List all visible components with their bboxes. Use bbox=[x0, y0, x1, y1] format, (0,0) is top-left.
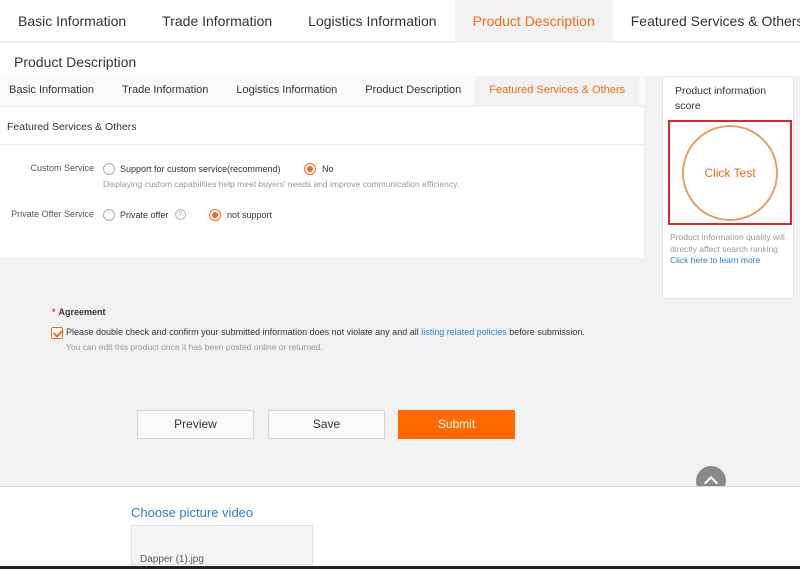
custom-service-no-text[interactable]: No bbox=[322, 164, 334, 174]
required-asterisk: * bbox=[52, 307, 56, 317]
score-highlight-box: Click Test bbox=[668, 120, 792, 225]
subtab-product-description[interactable]: Product Description bbox=[351, 76, 475, 107]
agreement-checkbox[interactable] bbox=[51, 327, 63, 339]
page-header: Product Description bbox=[0, 43, 800, 76]
agreement-text: Please double check and confirm your sub… bbox=[66, 327, 585, 337]
agreement-subtext: You can edit this product once it has be… bbox=[66, 342, 323, 352]
tab-trade-information[interactable]: Trade Information bbox=[144, 0, 290, 42]
help-icon[interactable]: ? bbox=[175, 209, 186, 220]
preview-button[interactable]: Preview bbox=[137, 410, 254, 439]
custom-service-hint: Displaying custom capabilities help meet… bbox=[103, 179, 460, 189]
agreement-text-after: before submission. bbox=[509, 327, 585, 337]
agreement-text-before: Please double check and confirm your sub… bbox=[66, 327, 419, 337]
media-section: Choose picture video Dapper (1).jpg bbox=[0, 486, 800, 569]
save-button[interactable]: Save bbox=[268, 410, 385, 439]
private-offer-label: Private Offer Service bbox=[11, 209, 94, 219]
form-panel: Basic Information Trade Information Logi… bbox=[0, 76, 645, 258]
submit-button[interactable]: Submit bbox=[398, 410, 515, 439]
learn-more-link[interactable]: Click here to learn more bbox=[670, 255, 760, 265]
tab-product-description[interactable]: Product Description bbox=[454, 0, 613, 42]
private-offer-radio[interactable] bbox=[103, 209, 115, 221]
page-title: Product Description bbox=[14, 54, 137, 70]
subtab-basic-information[interactable]: Basic Information bbox=[0, 76, 108, 107]
section-title: Featured Services & Others bbox=[7, 121, 137, 133]
picture-filename: Dapper (1).jpg bbox=[140, 554, 204, 565]
section-divider bbox=[0, 144, 645, 145]
score-note-text: Product information quality will directl… bbox=[670, 232, 785, 254]
subtab-featured-services[interactable]: Featured Services & Others bbox=[475, 76, 640, 107]
choose-picture-video-link[interactable]: Choose picture video bbox=[131, 505, 253, 520]
score-title: Product information score bbox=[675, 85, 767, 112]
not-support-radio[interactable] bbox=[209, 209, 221, 221]
custom-service-label: Custom Service bbox=[30, 163, 94, 173]
agreement-label: * Agreement bbox=[52, 307, 106, 317]
listing-policies-link[interactable]: listing related policies bbox=[421, 327, 507, 337]
private-offer-text[interactable]: Private offer bbox=[120, 210, 168, 220]
not-support-text[interactable]: not support bbox=[227, 210, 272, 220]
subtab-trade-information[interactable]: Trade Information bbox=[108, 76, 222, 107]
score-panel: Product information score Click Test Pro… bbox=[662, 76, 794, 299]
score-note: Product information quality will directl… bbox=[670, 232, 788, 267]
custom-service-support-text[interactable]: Support for custom service(recommend) bbox=[120, 164, 281, 174]
picture-upload-box[interactable]: Dapper (1).jpg bbox=[131, 525, 313, 565]
tab-basic-information[interactable]: Basic Information bbox=[0, 0, 144, 42]
click-test-button[interactable]: Click Test bbox=[682, 125, 778, 221]
custom-service-support-radio[interactable] bbox=[103, 163, 115, 175]
sub-tab-bar: Basic Information Trade Information Logi… bbox=[0, 76, 645, 107]
custom-service-no-radio[interactable] bbox=[304, 163, 316, 175]
tab-logistics-information[interactable]: Logistics Information bbox=[290, 0, 454, 42]
subtab-logistics-information[interactable]: Logistics Information bbox=[222, 76, 351, 107]
top-tab-bar: Basic Information Trade Information Logi… bbox=[0, 0, 800, 42]
agreement-label-text: Agreement bbox=[58, 307, 106, 317]
tab-featured-services[interactable]: Featured Services & Others bbox=[613, 0, 800, 42]
